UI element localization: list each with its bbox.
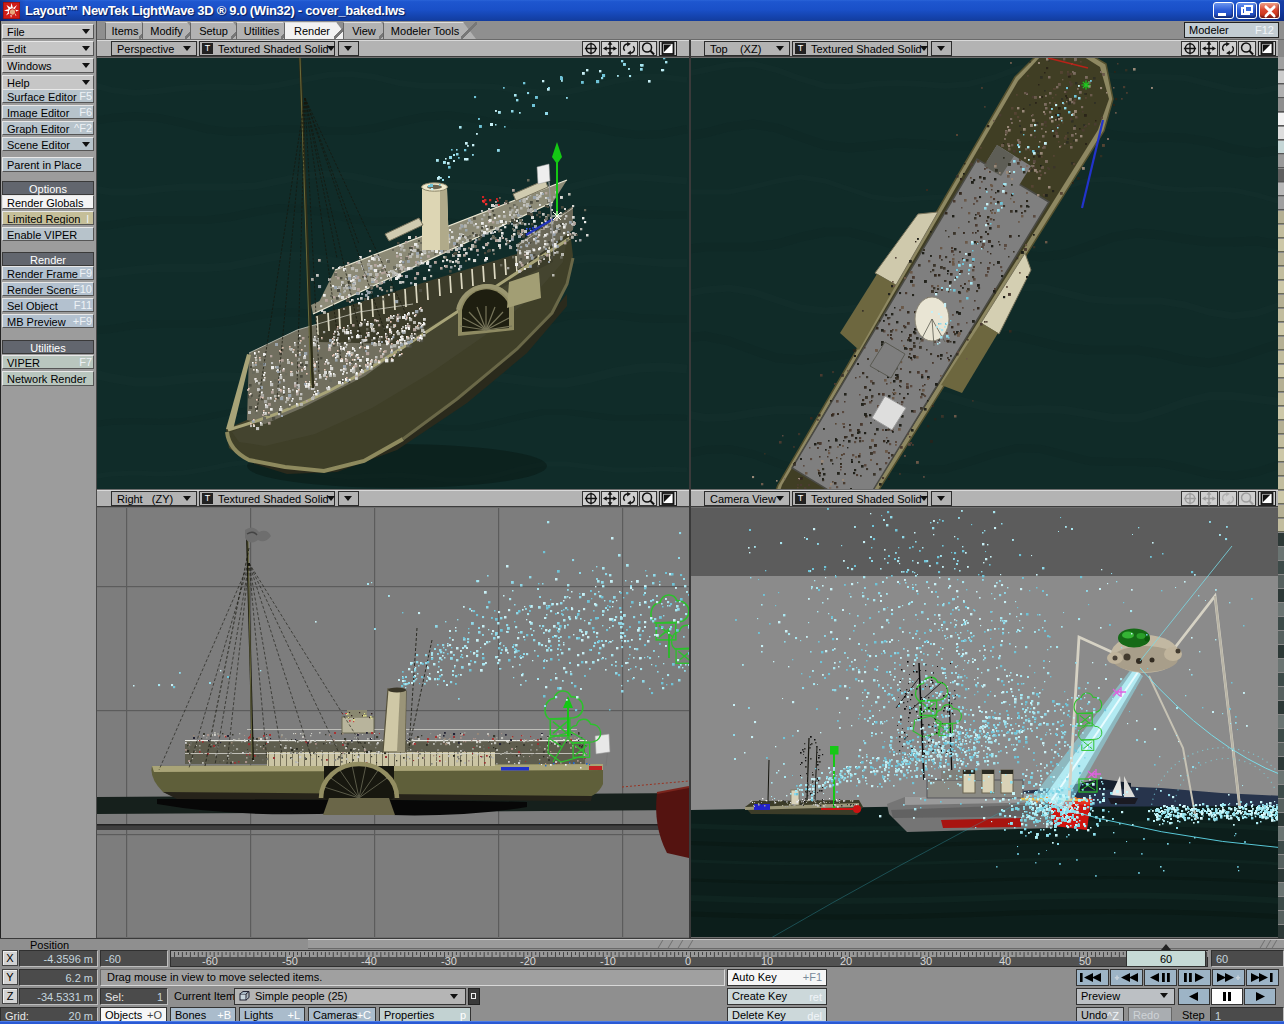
svg-text:-10: -10 <box>600 955 616 967</box>
svg-text:-60: -60 <box>202 955 218 967</box>
svg-text:-40: -40 <box>361 955 377 967</box>
svg-text:50: 50 <box>1079 955 1091 967</box>
svg-text:-20: -20 <box>520 955 536 967</box>
svg-text:10: 10 <box>761 955 773 967</box>
svg-text:0: 0 <box>685 955 691 967</box>
svg-text:-50: -50 <box>282 955 298 967</box>
svg-text:30: 30 <box>920 955 932 967</box>
svg-text:20: 20 <box>840 955 852 967</box>
svg-text:-30: -30 <box>441 955 457 967</box>
svg-text:40: 40 <box>999 955 1011 967</box>
